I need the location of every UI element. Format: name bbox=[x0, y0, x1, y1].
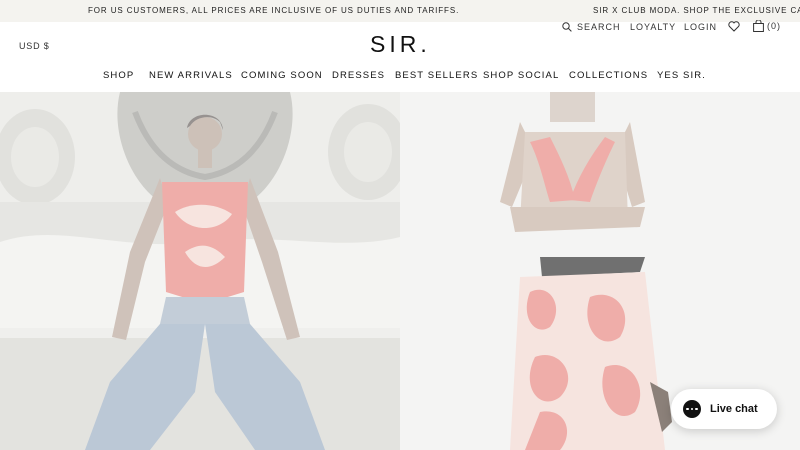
nav-item-new-arrivals[interactable]: NEW ARRIVALS bbox=[149, 70, 233, 81]
search-button[interactable]: SEARCH bbox=[562, 22, 621, 32]
search-icon bbox=[562, 22, 572, 32]
chat-icon bbox=[683, 400, 701, 418]
announcement-message: FOR US CUSTOMERS, ALL PRICES ARE INCLUSI… bbox=[88, 6, 460, 15]
main-navigation: SHOP NEW ARRIVALS COMING SOON DRESSES BE… bbox=[0, 70, 800, 84]
heart-icon bbox=[728, 21, 740, 32]
loyalty-link[interactable]: LOYALTY bbox=[630, 22, 676, 32]
nav-item-collections[interactable]: COLLECTIONS bbox=[569, 70, 648, 81]
login-link[interactable]: LOGIN bbox=[684, 22, 717, 32]
bag-count: (0) bbox=[767, 21, 781, 31]
nav-item-coming-soon[interactable]: COMING SOON bbox=[241, 70, 323, 81]
nav-item-shop[interactable]: SHOP bbox=[103, 70, 134, 81]
model-fountain-illustration bbox=[0, 92, 400, 450]
nav-item-shop-social[interactable]: SHOP SOCIAL bbox=[483, 70, 559, 81]
bag-button[interactable]: (0) bbox=[753, 20, 781, 32]
nav-item-dresses[interactable]: DRESSES bbox=[332, 70, 385, 81]
live-chat-button[interactable]: Live chat bbox=[671, 389, 777, 429]
nav-item-best-sellers[interactable]: BEST SELLERS bbox=[395, 70, 478, 81]
bag-icon bbox=[753, 20, 764, 32]
search-label: SEARCH bbox=[577, 22, 621, 32]
wishlist-button[interactable] bbox=[728, 21, 740, 32]
currency-selector[interactable]: USD $ bbox=[19, 41, 50, 51]
nav-item-yes-sir[interactable]: YES SIR. bbox=[657, 70, 706, 81]
logo[interactable]: SIR. bbox=[370, 31, 431, 58]
announcement-bar: FOR US CUSTOMERS, ALL PRICES ARE INCLUSI… bbox=[0, 0, 800, 22]
hero-image-left[interactable] bbox=[0, 92, 400, 450]
live-chat-label: Live chat bbox=[710, 403, 758, 415]
site-header: USD $ SIR. SEARCH LOYALTY LOGIN (0) SHOP… bbox=[0, 20, 800, 92]
announcement-link[interactable]: SIR x CLUB MODA. SHOP THE EXCLUSIVE CAPS… bbox=[593, 6, 800, 15]
